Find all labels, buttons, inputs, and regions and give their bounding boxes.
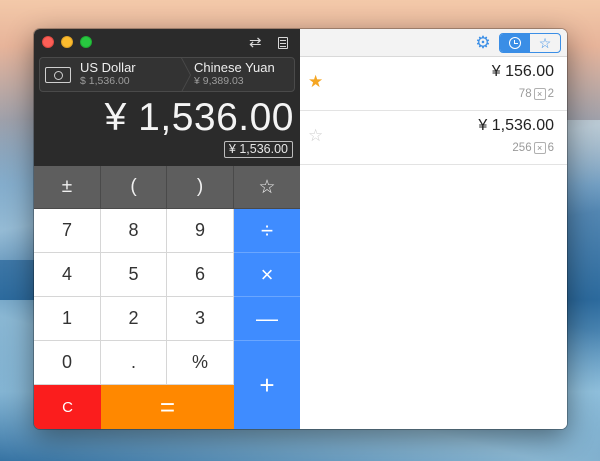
divide-key[interactable]: ÷ (234, 209, 300, 253)
star-key[interactable]: ☆ (234, 166, 300, 209)
app-window: ⇄ US Dollar $ 1,536.00 Chinese Yuan ¥ 9,… (34, 29, 567, 429)
history-expression: 78 × 2 (519, 88, 554, 100)
minimize-button[interactable] (61, 36, 73, 48)
secondary-display[interactable]: ¥ 1,536.00 (223, 141, 293, 158)
clear-key[interactable]: C (34, 385, 101, 429)
star-icon: ☆ (538, 35, 552, 51)
currency-pair[interactable]: US Dollar $ 1,536.00 Chinese Yuan ¥ 9,38… (39, 57, 295, 92)
key-7[interactable]: 7 (34, 209, 101, 253)
expression-right: 6 (547, 142, 554, 154)
plus-key[interactable]: + (234, 341, 300, 429)
main-display: ¥ 1,536.00 (104, 96, 294, 139)
multiply-key[interactable]: × (234, 253, 300, 297)
from-currency[interactable]: US Dollar $ 1,536.00 (80, 60, 136, 88)
to-currency-name: Chinese Yuan (194, 60, 275, 75)
plus-minus-key[interactable]: ± (34, 166, 101, 209)
equals-key[interactable]: = (101, 385, 234, 429)
history-toolbar: ⚙ ☆ (300, 29, 567, 57)
clock-icon (509, 37, 521, 49)
history-row[interactable]: ★ ¥ 156.00 78 × 2 (300, 57, 567, 111)
open-paren-key[interactable]: ( (101, 166, 167, 209)
key-0[interactable]: 0 (34, 341, 101, 385)
key-4[interactable]: 4 (34, 253, 101, 297)
view-switcher: ☆ (499, 33, 561, 53)
history-amount: ¥ 1,536.00 (478, 117, 554, 134)
history-tab[interactable] (500, 34, 530, 52)
times-icon: × (533, 88, 546, 100)
history-amount: ¥ 156.00 (491, 63, 554, 80)
expression-left: 256 (512, 142, 532, 154)
keypad: ± ( ) ☆ 7 8 9 ÷ 4 5 6 × 1 2 3 — 0 . % + (34, 166, 300, 429)
star-filled-icon[interactable]: ★ (308, 73, 323, 91)
calculator-panel: ⇄ US Dollar $ 1,536.00 Chinese Yuan ¥ 9,… (34, 29, 300, 429)
history-expression: 256 × 6 (512, 142, 554, 154)
expression-right: 2 (547, 88, 554, 100)
to-currency-amount: ¥ 9,389.03 (194, 75, 244, 87)
close-paren-key[interactable]: ) (167, 166, 234, 209)
banknote-icon (45, 67, 71, 83)
from-currency-name: US Dollar (80, 60, 136, 75)
document-icon[interactable] (278, 37, 288, 49)
zoom-button[interactable] (80, 36, 92, 48)
expression-left: 78 (518, 88, 532, 100)
window-controls (42, 36, 92, 48)
gear-icon[interactable]: ⚙ (474, 34, 492, 52)
pair-separator (180, 58, 190, 91)
key-1[interactable]: 1 (34, 297, 101, 341)
key-3[interactable]: 3 (167, 297, 234, 341)
key-6[interactable]: 6 (167, 253, 234, 297)
key-5[interactable]: 5 (101, 253, 167, 297)
key-9[interactable]: 9 (167, 209, 234, 253)
close-button[interactable] (42, 36, 54, 48)
star-outline-icon[interactable]: ☆ (308, 127, 323, 145)
decimal-key[interactable]: . (101, 341, 167, 385)
from-currency-amount: $ 1,536.00 (80, 75, 130, 87)
favorites-tab[interactable]: ☆ (530, 34, 560, 52)
minus-key[interactable]: — (234, 297, 300, 341)
swap-icon[interactable]: ⇄ (249, 33, 262, 51)
times-icon: × (533, 142, 546, 154)
history-row[interactable]: ☆ ¥ 1,536.00 256 × 6 (300, 111, 567, 165)
key-2[interactable]: 2 (101, 297, 167, 341)
percent-key[interactable]: % (167, 341, 234, 385)
history-panel: ⚙ ☆ ★ ¥ 156.00 78 × 2 ☆ ¥ 1,536.00 256 ×… (300, 29, 567, 429)
key-8[interactable]: 8 (101, 209, 167, 253)
to-currency[interactable]: Chinese Yuan ¥ 9,389.03 (194, 60, 275, 88)
